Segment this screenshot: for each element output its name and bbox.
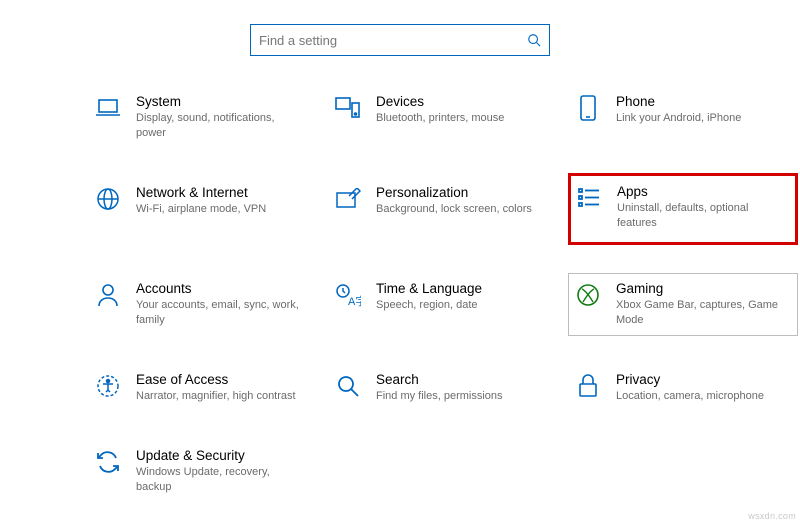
search-icon — [527, 33, 541, 47]
tile-desc: Wi-Fi, airplane mode, VPN — [136, 202, 266, 217]
search-category-icon — [334, 372, 362, 400]
tile-system[interactable]: System Display, sound, notifications, po… — [88, 86, 318, 149]
tile-text: Apps Uninstall, defaults, optional featu… — [617, 184, 787, 231]
watermark: wsxdn.com — [748, 511, 796, 521]
tile-text: Ease of Access Narrator, magnifier, high… — [136, 372, 296, 404]
tile-desc: Xbox Game Bar, captures, Game Mode — [616, 298, 786, 328]
tile-desc: Your accounts, email, sync, work, family — [136, 298, 306, 328]
tile-desc: Narrator, magnifier, high contrast — [136, 389, 296, 404]
tile-gaming[interactable]: Gaming Xbox Game Bar, captures, Game Mod… — [568, 273, 798, 336]
laptop-icon — [94, 94, 122, 122]
globe-icon — [94, 185, 122, 213]
tile-network[interactable]: Network & Internet Wi-Fi, airplane mode,… — [88, 177, 318, 246]
tile-personalization[interactable]: Personalization Background, lock screen,… — [328, 177, 558, 246]
tile-title: Ease of Access — [136, 372, 296, 387]
tile-desc: Find my files, permissions — [376, 389, 503, 404]
time-language-icon: A字 — [334, 281, 362, 309]
update-icon — [94, 448, 122, 476]
tile-title: Phone — [616, 94, 741, 109]
search-area — [0, 0, 800, 86]
person-icon — [94, 281, 122, 309]
tile-desc: Location, camera, microphone — [616, 389, 764, 404]
tile-text: Phone Link your Android, iPhone — [616, 94, 741, 126]
tile-text: Accounts Your accounts, email, sync, wor… — [136, 281, 306, 328]
tile-text: Personalization Background, lock screen,… — [376, 185, 532, 217]
tile-title: Search — [376, 372, 503, 387]
tile-desc: Speech, region, date — [376, 298, 482, 313]
personalization-icon — [334, 185, 362, 213]
tile-title: Personalization — [376, 185, 532, 200]
tile-text: Network & Internet Wi-Fi, airplane mode,… — [136, 185, 266, 217]
settings-grid: System Display, sound, notifications, po… — [0, 86, 800, 503]
tile-text: Time & Language Speech, region, date — [376, 281, 482, 313]
tile-title: Apps — [617, 184, 787, 199]
lock-icon — [574, 372, 602, 400]
tile-desc: Display, sound, notifications, power — [136, 111, 306, 141]
tile-desc: Background, lock screen, colors — [376, 202, 532, 217]
tile-text: Search Find my files, permissions — [376, 372, 503, 404]
tile-title: Gaming — [616, 281, 786, 296]
tile-ease-of-access[interactable]: Ease of Access Narrator, magnifier, high… — [88, 364, 318, 412]
ease-of-access-icon — [94, 372, 122, 400]
tile-search[interactable]: Search Find my files, permissions — [328, 364, 558, 412]
tile-title: Update & Security — [136, 448, 306, 463]
tile-title: System — [136, 94, 306, 109]
devices-icon — [334, 94, 362, 122]
tile-text: Update & Security Windows Update, recove… — [136, 448, 306, 495]
tile-title: Time & Language — [376, 281, 482, 296]
xbox-icon — [574, 281, 602, 309]
tile-title: Network & Internet — [136, 185, 266, 200]
tile-update-security[interactable]: Update & Security Windows Update, recove… — [88, 440, 318, 503]
tile-title: Accounts — [136, 281, 306, 296]
tile-desc: Uninstall, defaults, optional features — [617, 201, 787, 231]
phone-icon — [574, 94, 602, 122]
tile-phone[interactable]: Phone Link your Android, iPhone — [568, 86, 798, 149]
tile-time-language[interactable]: A字 Time & Language Speech, region, date — [328, 273, 558, 336]
tile-privacy[interactable]: Privacy Location, camera, microphone — [568, 364, 798, 412]
tile-desc: Link your Android, iPhone — [616, 111, 741, 126]
tile-text: Gaming Xbox Game Bar, captures, Game Mod… — [616, 281, 786, 328]
svg-text:A字: A字 — [348, 294, 361, 307]
tile-title: Privacy — [616, 372, 764, 387]
search-input[interactable] — [259, 33, 527, 48]
tile-apps[interactable]: Apps Uninstall, defaults, optional featu… — [568, 173, 798, 246]
tile-text: Devices Bluetooth, printers, mouse — [376, 94, 504, 126]
tile-desc: Bluetooth, printers, mouse — [376, 111, 504, 126]
tile-text: System Display, sound, notifications, po… — [136, 94, 306, 141]
tile-accounts[interactable]: Accounts Your accounts, email, sync, wor… — [88, 273, 318, 336]
search-box[interactable] — [250, 24, 550, 56]
tile-devices[interactable]: Devices Bluetooth, printers, mouse — [328, 86, 558, 149]
tile-title: Devices — [376, 94, 504, 109]
apps-icon — [575, 184, 603, 212]
tile-text: Privacy Location, camera, microphone — [616, 372, 764, 404]
tile-desc: Windows Update, recovery, backup — [136, 465, 306, 495]
